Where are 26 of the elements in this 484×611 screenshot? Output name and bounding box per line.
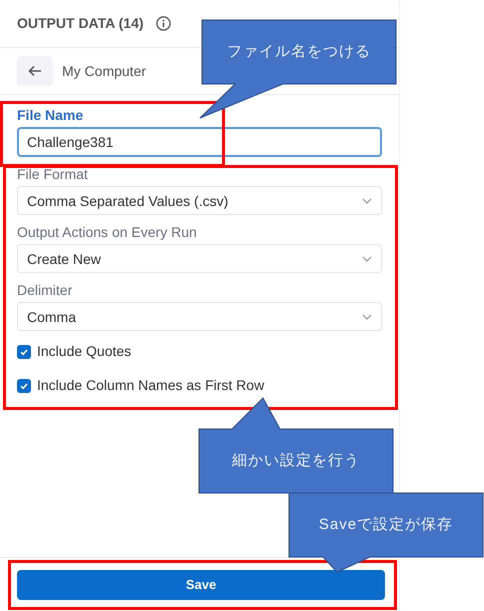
checkmark-icon	[19, 346, 29, 356]
chevron-down-icon	[362, 256, 372, 262]
save-button[interactable]: Save	[17, 570, 385, 600]
chevron-down-icon	[362, 198, 372, 204]
callout-text: Saveで設定が保存	[318, 514, 454, 535]
checkbox[interactable]	[17, 344, 31, 358]
checkbox[interactable]	[17, 378, 31, 392]
checkbox-label: Include Quotes	[37, 342, 132, 361]
dropdown[interactable]: Comma	[17, 302, 382, 331]
chevron-down-icon	[362, 314, 372, 320]
callout-text: ファイル名をつける	[227, 42, 371, 62]
dropdown[interactable]: Comma Separated Values (.csv)	[17, 186, 382, 215]
location-label: My Computer	[62, 62, 146, 81]
checkbox-label: Include Column Names as First Row	[37, 376, 264, 395]
back-arrow-icon	[28, 65, 42, 77]
checkmark-icon	[19, 380, 29, 390]
field-label: Delimiter	[17, 282, 74, 298]
info-icon[interactable]	[156, 16, 171, 31]
field-label: File Name	[17, 107, 84, 123]
dropdown[interactable]: Create New	[17, 244, 382, 273]
field-label: File Format	[17, 166, 89, 182]
field-label: Output Actions on Every Run	[17, 224, 198, 240]
back-button[interactable]	[17, 56, 53, 86]
file-name-field[interactable]: Challenge381	[17, 127, 382, 157]
panel-title: OUTPUT DATA (14)	[17, 14, 144, 33]
callout-text: 細かい設定を行う	[232, 450, 360, 471]
